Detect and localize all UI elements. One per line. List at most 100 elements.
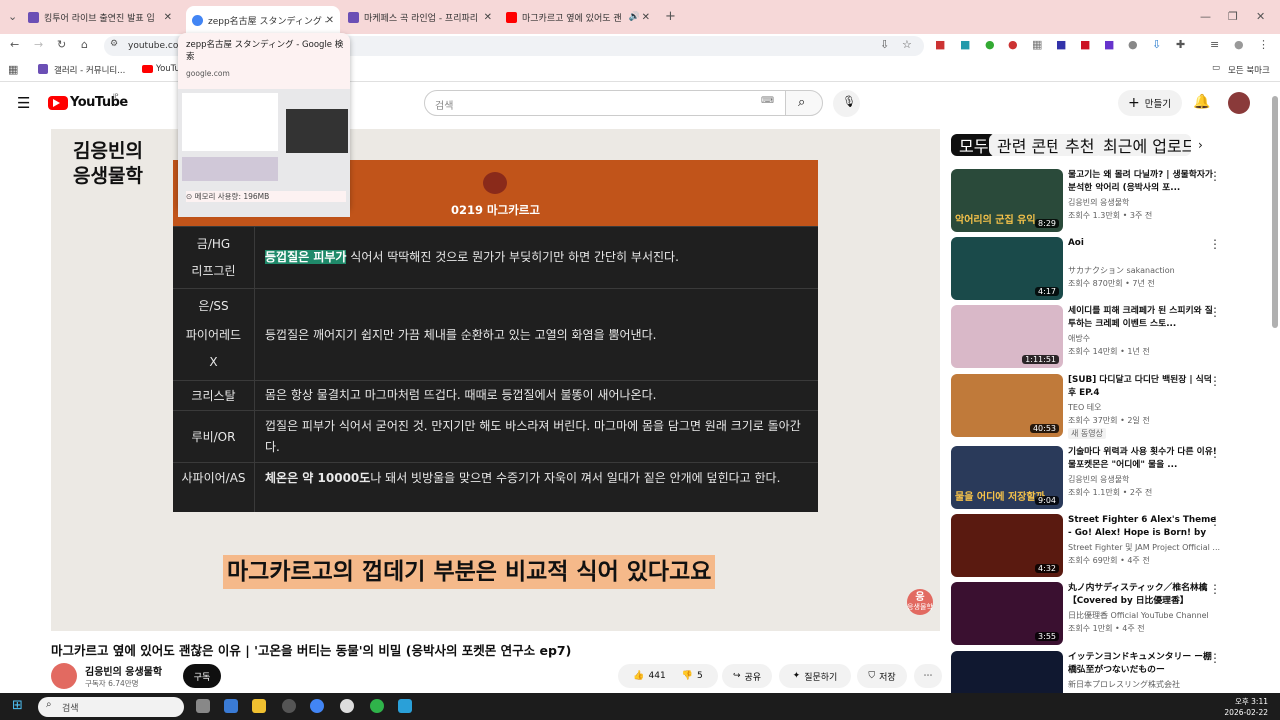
ask-button[interactable]: ✦ 질문하기	[779, 664, 851, 688]
recommendation-item[interactable]: 1:11:51 세이디를 피해 크레페가 된 스피키와 질투하는 크레페 이벤트 …	[951, 305, 1241, 368]
extension-icon[interactable]: ●	[1008, 38, 1018, 51]
menu-icon[interactable]: ⋮	[1258, 38, 1269, 51]
rec-channel[interactable]: 日比優理香 Official YouTube Channel	[1068, 610, 1209, 621]
extension-icon[interactable]: ▦	[1032, 38, 1042, 51]
back-icon[interactable]: ←	[10, 38, 19, 51]
audio-icon[interactable]: 🔊	[629, 12, 640, 22]
profile-icon[interactable]: ●	[1234, 38, 1244, 51]
tab-0[interactable]: 킹투어 라이브 출연진 발표 입 ✕	[28, 6, 178, 28]
recommendation-item[interactable]: 40:53 [SUB] 다디달고 다디단 백된장 | 식덕후 EP.4 TEO 테오…	[951, 374, 1241, 439]
hamburger-menu-icon[interactable]: ☰	[17, 94, 30, 112]
task-view-icon[interactable]	[196, 699, 210, 713]
windows-start-icon[interactable]: ⊞	[12, 698, 23, 713]
video-thumbnail[interactable]: 4:17	[951, 237, 1063, 300]
close-icon[interactable]: ✕	[326, 15, 334, 26]
reload-icon[interactable]: ↻	[57, 38, 66, 51]
save-button[interactable]: ⛉ 저장	[857, 664, 907, 688]
rec-channel[interactable]: 김응빈의 응생물학	[1068, 197, 1129, 208]
youtube-logo-text[interactable]: YouTube	[70, 95, 128, 110]
more-actions-button[interactable]: ⋯	[914, 664, 942, 688]
bookmark-gallery[interactable]: 갤러리 - 커뮤니티...	[54, 64, 125, 76]
recommendation-item[interactable]: 물을 어디에 저장할까 9:04 기술마다 위력과 사용 횟수가 다른 이유! 물포…	[951, 446, 1241, 509]
recommendation-item[interactable]: 4:17 Aoi サカナクション sakanaction 조회수 870만회 • 7년…	[951, 237, 1241, 300]
tab-search-icon[interactable]: ⌄	[8, 10, 17, 23]
chip-recent[interactable]: 최근에 업로드된 동영	[1095, 134, 1191, 156]
extension-icon[interactable]: ■	[1080, 38, 1090, 51]
more-vert-icon[interactable]: ⋮	[1209, 514, 1221, 528]
rec-title[interactable]: Street Fighter 6 Alex's Theme - Go! Alex…	[1068, 514, 1218, 541]
extension-icon[interactable]: ■	[1104, 38, 1114, 51]
more-vert-icon[interactable]: ⋮	[1209, 446, 1221, 460]
all-bookmarks[interactable]: 모든 북마크	[1228, 64, 1270, 76]
channel-name[interactable]: 김응빈의 응생물학	[85, 663, 162, 678]
close-icon[interactable]: ✕	[642, 12, 650, 23]
search-input[interactable]: 검색	[424, 90, 786, 116]
notepad-icon[interactable]	[398, 699, 412, 713]
forward-icon[interactable]: →	[34, 38, 43, 51]
chevron-right-icon[interactable]: ›	[1198, 138, 1203, 152]
rec-title[interactable]: 세이디를 피해 크레페가 된 스피키와 질투하는 크레페 이벤트 스토...	[1068, 305, 1218, 331]
video-thumbnail[interactable]: 4:32	[951, 514, 1063, 577]
close-icon[interactable]: ✕	[484, 12, 492, 23]
avatar[interactable]	[1228, 92, 1250, 114]
video-thumbnail[interactable]: 1:11:51	[951, 305, 1063, 368]
copilot-icon[interactable]	[224, 699, 238, 713]
extension-icon[interactable]: ●	[985, 38, 995, 51]
recommendation-item[interactable]: 4:32 Street Fighter 6 Alex's Theme - Go! …	[951, 514, 1241, 577]
extension-icon[interactable]: ■	[960, 38, 970, 51]
recommendation-item[interactable]: 3:55 丸ノ内サディスティック／椎名林檎【Covered by 日比優理香】日比…	[951, 582, 1241, 645]
extension-icon[interactable]: ■	[935, 38, 945, 51]
rec-title[interactable]: [SUB] 다디달고 다디단 백된장 | 식덕후 EP.4	[1068, 374, 1218, 400]
minimize-icon[interactable]: —	[1200, 10, 1211, 23]
rec-channel[interactable]: TEO 테오	[1068, 402, 1102, 413]
media-icon[interactable]: ≡	[1210, 38, 1219, 51]
more-vert-icon[interactable]: ⋮	[1209, 237, 1221, 251]
thumbs-up-icon[interactable]: 👍	[633, 671, 644, 681]
app-icon[interactable]	[282, 699, 296, 713]
app-icon[interactable]	[370, 699, 384, 713]
share-button[interactable]: ↪ 공유	[722, 664, 772, 688]
system-clock[interactable]: 오후 3:11 2026-02-22	[1214, 696, 1268, 718]
like-count[interactable]: 441	[649, 671, 666, 681]
rec-title[interactable]: 丸ノ内サディスティック／椎名林檎【Covered by 日比優理香】	[1068, 582, 1218, 608]
rec-title[interactable]: 물고기는 왜 몰려 다닐까? | 생물학자가 분석한 악어리 (응박사의 포..…	[1068, 169, 1218, 195]
rec-title[interactable]: イッテンヨンドキュメンタリー ー棚橋弘至がつないだものー	[1068, 651, 1218, 677]
scrollbar[interactable]	[1272, 96, 1278, 328]
more-vert-icon[interactable]: ⋮	[1209, 169, 1221, 183]
star-icon[interactable]: ☆	[902, 38, 912, 51]
create-button[interactable]: + 만들기	[1118, 90, 1182, 116]
rec-title[interactable]: Aoi	[1068, 237, 1218, 250]
video-thumbnail[interactable]: 악어리의 군집 유익 8:29	[951, 169, 1063, 232]
site-info-icon[interactable]: ⚙	[110, 39, 118, 49]
extension-icon[interactable]: ●	[1128, 38, 1138, 51]
rec-channel[interactable]: 애방수	[1068, 333, 1090, 344]
recommendation-item[interactable]: 악어리의 군집 유익 8:29 물고기는 왜 몰려 다닐까? | 생물학자가 분석한…	[951, 169, 1241, 232]
keyboard-icon[interactable]: ⌨	[761, 96, 774, 106]
bell-icon[interactable]: 🔔	[1193, 94, 1210, 110]
puzzle-icon[interactable]: ✚	[1176, 38, 1185, 51]
rec-channel[interactable]: 新日本プロレスリング株式会社	[1068, 679, 1180, 690]
tab-1[interactable]: zepp名古屋 スタンディング - ✕	[186, 6, 340, 34]
extension-icon[interactable]: ■	[1056, 38, 1066, 51]
rec-title[interactable]: 기술마다 위력과 사용 횟수가 다른 이유! 물포켓몬은 "어디에" 물을 ..…	[1068, 446, 1218, 472]
more-vert-icon[interactable]: ⋮	[1209, 651, 1221, 665]
voice-search-button[interactable]: 🎙	[833, 90, 860, 117]
tab-2[interactable]: 마케페스 곡 라인업 - 프리파리 ✕	[348, 6, 498, 28]
rec-channel[interactable]: 김응빈의 응생물학	[1068, 474, 1129, 485]
more-vert-icon[interactable]: ⋮	[1209, 374, 1221, 388]
more-vert-icon[interactable]: ⋮	[1209, 582, 1221, 596]
maximize-icon[interactable]: ❐	[1228, 10, 1238, 23]
chrome-icon[interactable]	[310, 699, 324, 713]
rec-channel[interactable]: サカナクション sakanaction	[1068, 265, 1175, 276]
apps-icon[interactable]: ▦	[8, 63, 18, 76]
dislike-count[interactable]: 5	[697, 671, 703, 681]
video-thumbnail[interactable]: 3:55	[951, 582, 1063, 645]
close-window-icon[interactable]: ✕	[1256, 10, 1265, 23]
download-icon[interactable]: ⇩	[1152, 38, 1161, 51]
thumbs-down-icon[interactable]: 👎	[682, 671, 693, 681]
video-thumbnail[interactable]: 40:53	[951, 374, 1063, 437]
close-icon[interactable]: ✕	[164, 12, 172, 23]
file-explorer-icon[interactable]	[252, 699, 266, 713]
channel-avatar[interactable]	[51, 663, 77, 689]
app-icon[interactable]	[340, 699, 354, 713]
